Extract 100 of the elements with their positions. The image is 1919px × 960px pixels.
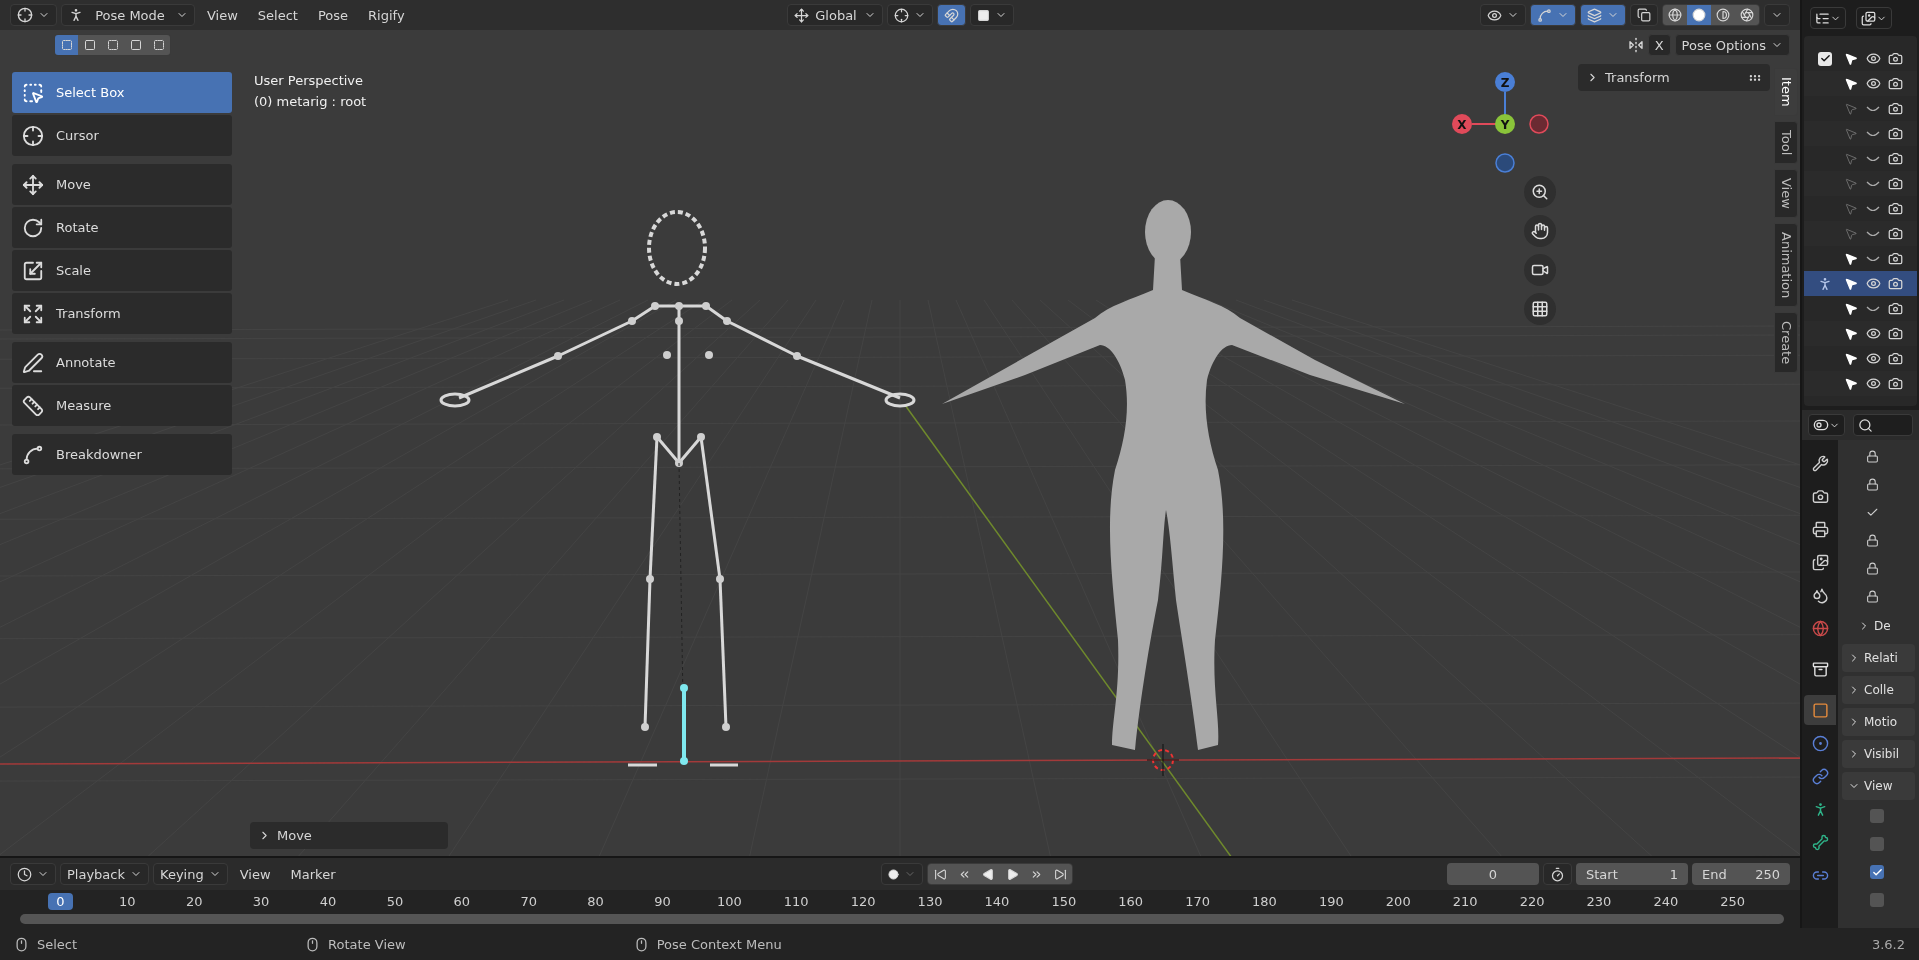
menu-item[interactable]: View <box>199 4 246 26</box>
camera-icon[interactable] <box>1887 76 1903 91</box>
eye-closed-icon[interactable] <box>1866 304 1880 313</box>
tool-button[interactable]: Scale <box>12 250 232 291</box>
pointer-icon[interactable] <box>1844 376 1858 391</box>
display-mode-dropdown[interactable] <box>1810 7 1846 29</box>
camera-icon[interactable] <box>1887 176 1903 191</box>
shading-button[interactable] <box>1735 5 1759 25</box>
start-frame-field[interactable]: Start 1 <box>1576 863 1688 885</box>
pointer-outline-icon[interactable] <box>1844 101 1858 116</box>
pointer-outline-icon[interactable] <box>1844 226 1858 241</box>
auto-keying-toggle[interactable] <box>881 863 923 885</box>
select-mode-button[interactable] <box>78 35 101 55</box>
camera-view-button[interactable] <box>1524 254 1556 286</box>
eye-icon[interactable] <box>1865 51 1881 66</box>
pan-button[interactable] <box>1524 215 1556 247</box>
jump-end-button[interactable] <box>1048 864 1072 884</box>
gizmo-toggle[interactable] <box>1530 4 1576 26</box>
overlay-toggle[interactable] <box>1580 4 1626 26</box>
eye-icon[interactable] <box>1865 351 1881 366</box>
editor-type-dropdown[interactable] <box>1808 414 1845 436</box>
panel-header[interactable]: Relati <box>1842 644 1915 672</box>
camera-icon[interactable] <box>1887 126 1903 141</box>
pointer-outline-icon[interactable] <box>1844 176 1858 191</box>
shading-button[interactable] <box>1663 5 1687 25</box>
tool-button[interactable]: Annotate <box>12 342 232 383</box>
sidebar-tab[interactable]: Tool <box>1774 120 1798 164</box>
panel-header[interactable]: De <box>1842 612 1915 640</box>
select-mode-button[interactable] <box>55 35 78 55</box>
xray-toggle[interactable] <box>1630 4 1658 26</box>
eye-closed-icon[interactable] <box>1866 229 1880 238</box>
pose-options-dropdown[interactable]: Pose Options <box>1674 34 1790 56</box>
pointer-icon[interactable] <box>1844 251 1858 266</box>
camera-icon[interactable] <box>1887 51 1903 66</box>
tool-button[interactable]: Rotate <box>12 207 232 248</box>
camera-icon[interactable] <box>1887 276 1903 291</box>
pointer-outline-icon[interactable] <box>1844 126 1858 141</box>
shading-button[interactable] <box>1687 5 1711 25</box>
eye-closed-icon[interactable] <box>1866 254 1880 263</box>
tool-button[interactable]: Cursor <box>12 115 232 156</box>
end-frame-field[interactable]: End 250 <box>1692 863 1790 885</box>
tool-button[interactable]: Measure <box>12 385 232 426</box>
pointer-icon[interactable] <box>1844 76 1858 91</box>
shading-dropdown[interactable] <box>1764 4 1790 26</box>
eye-closed-icon[interactable] <box>1866 154 1880 163</box>
mirror-x-toggle[interactable]: X <box>1647 34 1671 56</box>
eye-closed-icon[interactable] <box>1866 104 1880 113</box>
sidebar-tab[interactable]: View <box>1774 168 1798 218</box>
camera-icon[interactable] <box>1887 151 1903 166</box>
outliner-row[interactable] <box>1804 271 1917 296</box>
z-axis-handle[interactable]: Z <box>1495 72 1515 92</box>
x-axis-handle[interactable]: X <box>1452 114 1472 134</box>
eye-icon[interactable] <box>1865 376 1881 391</box>
visibility-dropdown[interactable] <box>1480 4 1526 26</box>
menu-item[interactable]: View <box>231 863 279 885</box>
checkbox[interactable] <box>1870 865 1884 879</box>
panel-header[interactable]: Motio <box>1842 708 1915 736</box>
preview-range-toggle[interactable] <box>1543 863 1572 885</box>
menu-item[interactable]: Rigify <box>360 4 413 26</box>
pointer-outline-icon[interactable] <box>1844 151 1858 166</box>
filter-dropdown[interactable] <box>1856 7 1892 29</box>
eye-closed-icon[interactable] <box>1866 204 1880 213</box>
pointer-icon[interactable] <box>1844 351 1858 366</box>
timeline-scrollbar[interactable] <box>20 914 1784 924</box>
search-field[interactable] <box>1853 414 1913 436</box>
tool-button[interactable]: Move <box>12 164 232 205</box>
panel-header[interactable]: View <box>1842 772 1915 800</box>
pointer-icon[interactable] <box>1844 301 1858 316</box>
panel-header[interactable]: Visibil <box>1842 740 1915 768</box>
checkbox[interactable] <box>1870 809 1884 823</box>
camera-icon[interactable] <box>1887 201 1903 216</box>
last-operator-panel[interactable]: Move <box>250 822 448 849</box>
eye-icon[interactable] <box>1865 76 1881 91</box>
camera-icon[interactable] <box>1887 326 1903 341</box>
editor-type-dropdown[interactable] <box>10 863 56 885</box>
snap-target-dropdown[interactable] <box>969 4 1014 26</box>
checkbox[interactable] <box>1870 837 1884 851</box>
lock-icon[interactable] <box>1866 477 1879 491</box>
select-mode-selector[interactable] <box>54 34 171 56</box>
menu-item[interactable]: Select <box>249 4 306 26</box>
pointer-outline-icon[interactable] <box>1844 201 1858 216</box>
menu-item[interactable]: Pose <box>309 4 357 26</box>
tool-button[interactable]: Select Box <box>12 72 232 113</box>
orientation-dropdown[interactable]: Global <box>786 4 883 26</box>
sidebar-tab[interactable]: Animation <box>1774 222 1798 307</box>
lock-icon[interactable] <box>1866 449 1879 463</box>
select-mode-button[interactable] <box>147 35 170 55</box>
checkbox[interactable] <box>1870 893 1884 907</box>
lock-icon[interactable] <box>1866 589 1879 603</box>
lock-icon[interactable] <box>1866 561 1879 575</box>
pivot-dropdown[interactable] <box>886 4 933 26</box>
mode-dropdown[interactable]: Pose Mode <box>61 4 195 26</box>
editor-type-dropdown[interactable] <box>10 4 57 26</box>
pointer-icon[interactable] <box>1844 326 1858 341</box>
jump-start-button[interactable] <box>928 864 952 884</box>
panel-header[interactable]: Colle <box>1842 676 1915 704</box>
checkbox[interactable] <box>1818 51 1832 66</box>
negative-x-handle[interactable] <box>1529 114 1549 134</box>
camera-icon[interactable] <box>1887 226 1903 241</box>
negative-z-handle[interactable] <box>1495 153 1515 173</box>
